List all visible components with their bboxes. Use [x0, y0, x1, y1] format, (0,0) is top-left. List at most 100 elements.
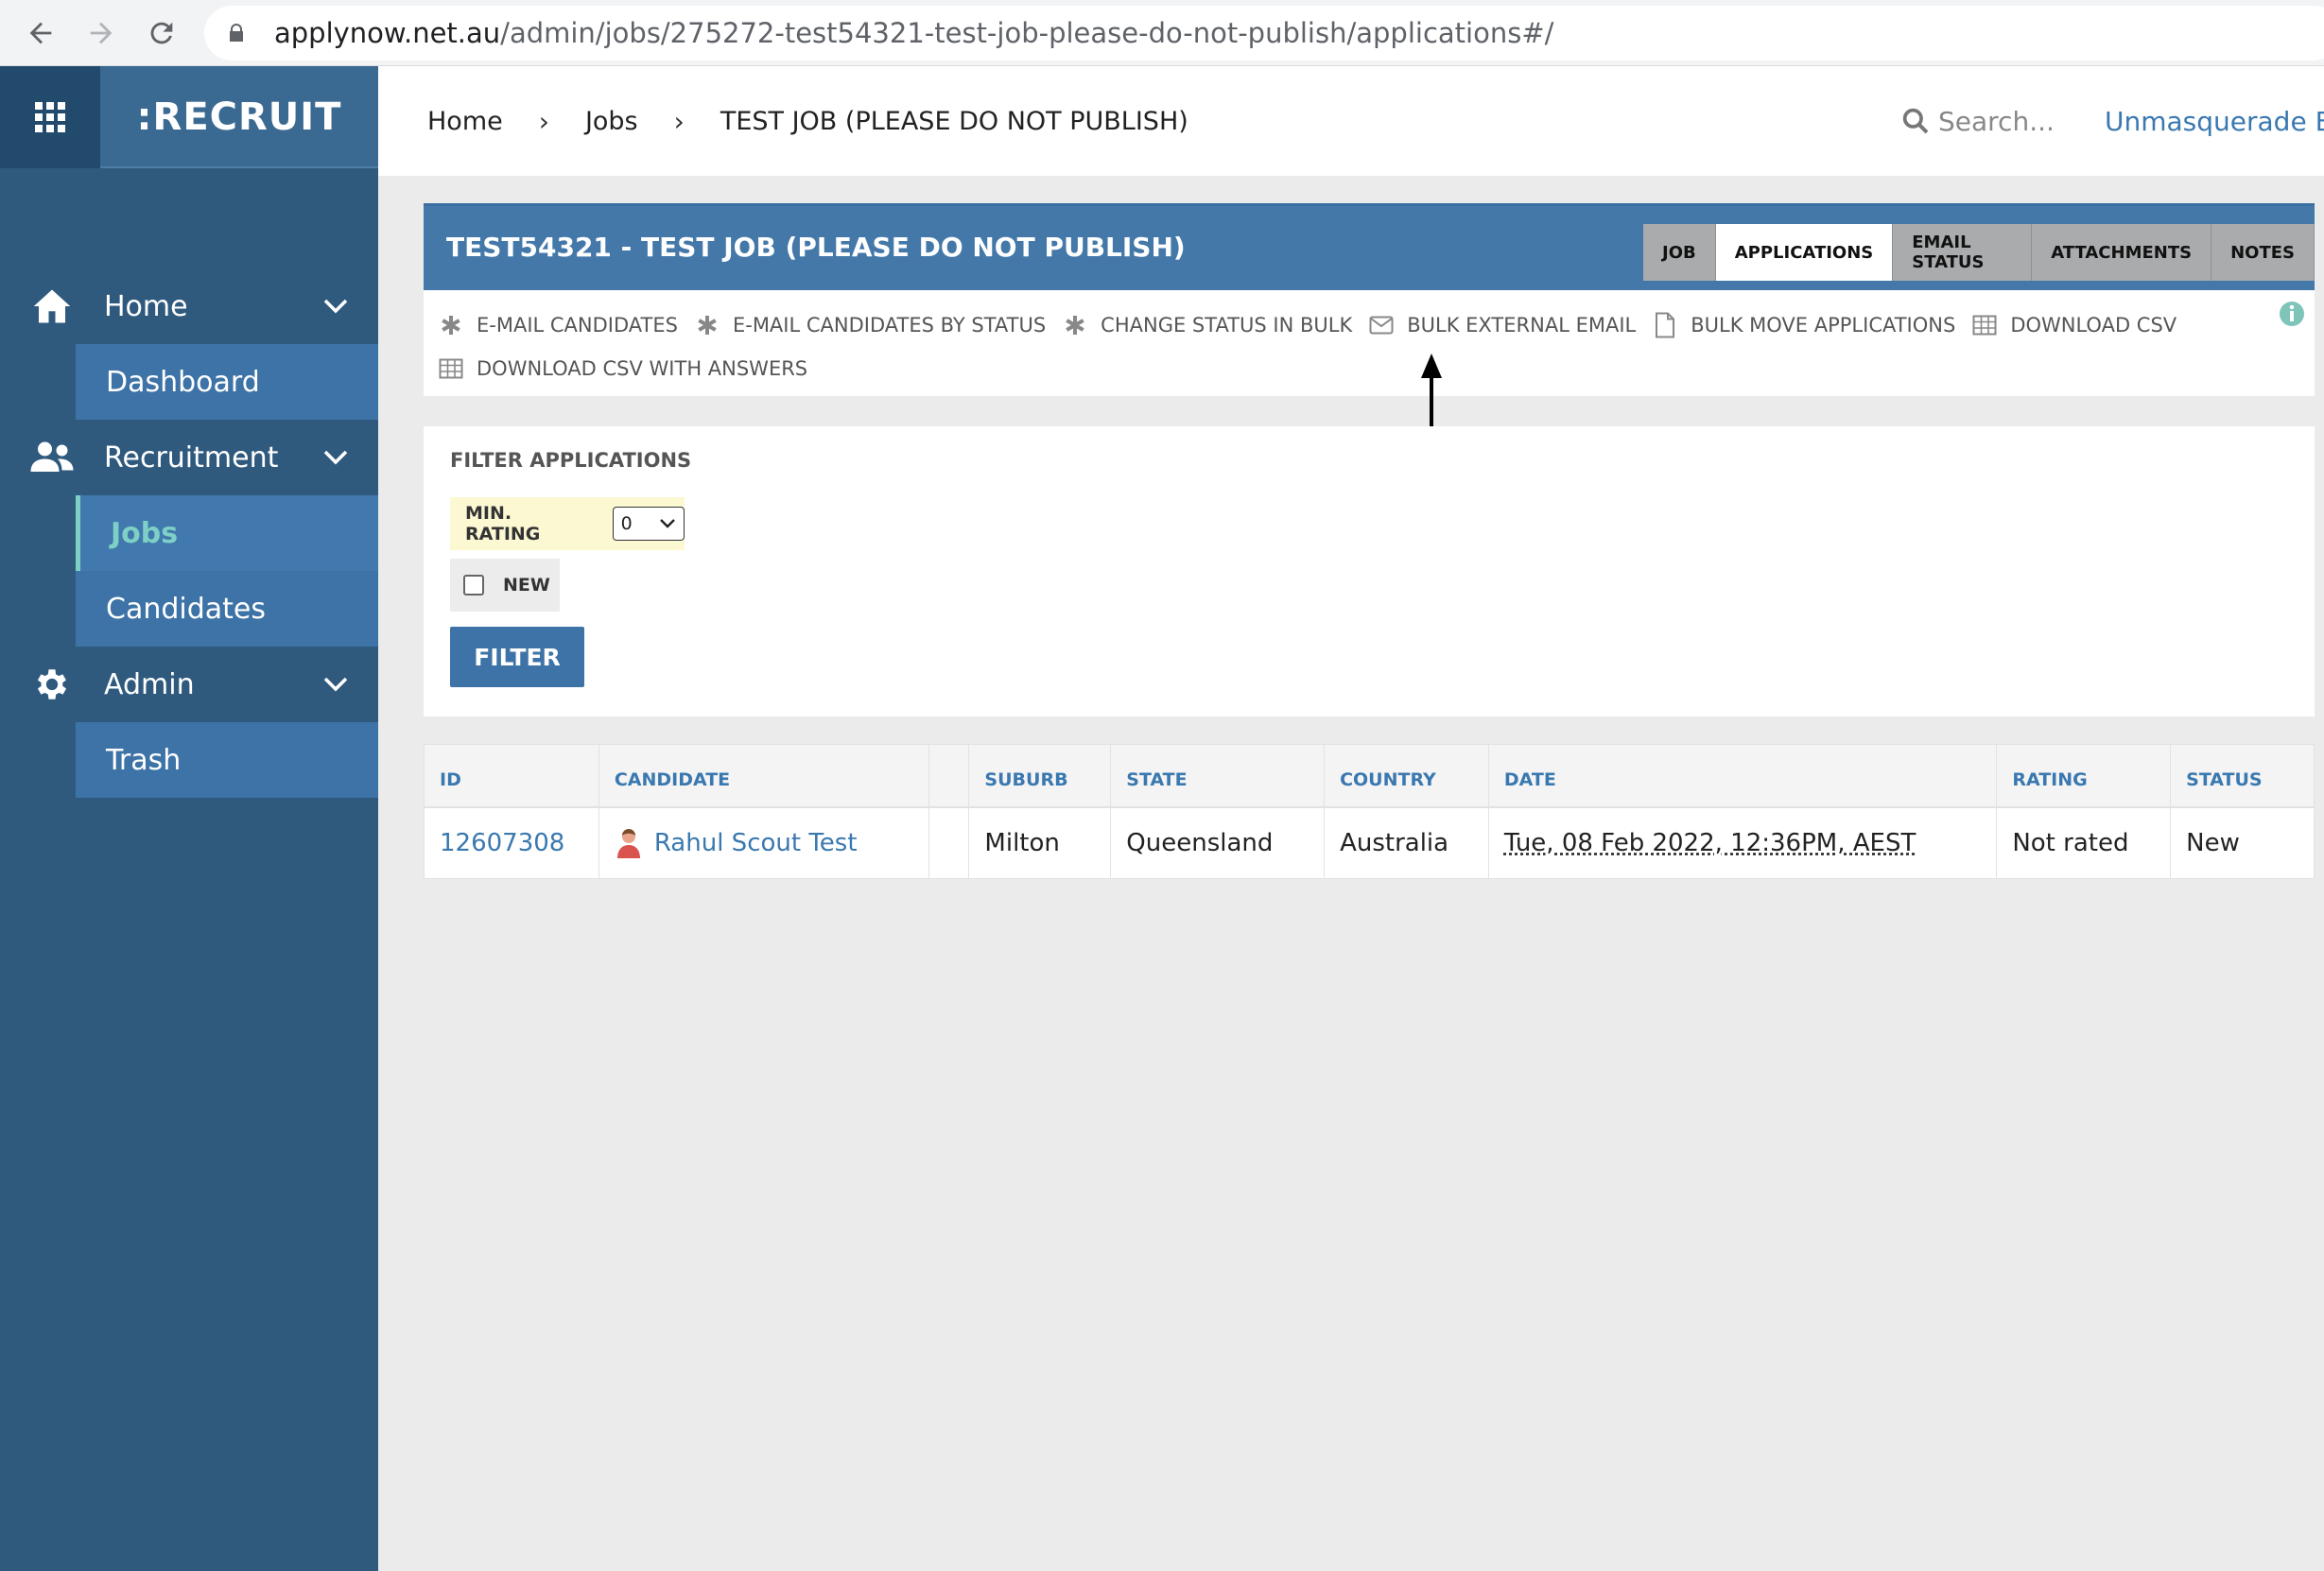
app-menu-button[interactable] — [0, 66, 100, 168]
forward-icon — [90, 22, 113, 44]
bulk-external-email-action[interactable]: BULK EXTERNAL EMAIL — [1369, 313, 1636, 337]
tab-email-status[interactable]: EMAIL STATUS — [1893, 224, 2033, 281]
filter-title: FILTER APPLICATIONS — [450, 449, 692, 472]
chevron-down-icon — [660, 519, 675, 528]
filter-panel: FILTER APPLICATIONS MIN. RATING 0 NEW FI… — [424, 426, 2315, 716]
chevron-down-icon — [293, 677, 378, 692]
breadcrumb: Home › Jobs › TEST JOB (PLEASE DO NOT PU… — [427, 66, 1188, 176]
min-rating-label: MIN. RATING — [465, 503, 541, 544]
candidate-avatar-icon — [616, 829, 640, 858]
job-card: TEST54321 - TEST JOB (PLEASE DO NOT PUBL… — [424, 203, 2315, 396]
file-icon — [1653, 312, 1677, 338]
blank-cell — [929, 808, 970, 878]
new-checkbox[interactable] — [463, 575, 484, 596]
tab-applications[interactable]: APPLICATIONS — [1715, 224, 1894, 281]
application-id-link[interactable]: 12607308 — [425, 808, 599, 878]
sidebar-item-jobs[interactable]: Jobs — [76, 495, 378, 571]
breadcrumb-jobs[interactable]: Jobs — [585, 107, 638, 136]
browser-toolbar: applynow.net.au/admin/jobs/275272-test54… — [0, 0, 2324, 66]
bulk-move-applications-action[interactable]: BULK MOVE APPLICATIONS — [1653, 312, 1955, 338]
address-bar[interactable]: applynow.net.au/admin/jobs/275272-test54… — [204, 6, 2324, 60]
filter-button[interactable]: FILTER — [450, 627, 584, 687]
info-icon[interactable] — [2279, 301, 2305, 327]
column-header-suburb[interactable]: SUBURB — [969, 745, 1112, 806]
url-text: applynow.net.au/admin/jobs/275272-test54… — [274, 17, 1554, 49]
tab-job[interactable]: JOB — [1643, 224, 1716, 281]
column-header-country[interactable]: COUNTRY — [1325, 745, 1489, 806]
forward-button[interactable] — [78, 9, 125, 57]
tab-attachments[interactable]: ATTACHMENTS — [2032, 224, 2212, 281]
back-icon — [29, 22, 52, 44]
table-icon — [1972, 313, 1997, 337]
status-cell: New — [2186, 829, 2240, 857]
search-box[interactable]: Search... — [1900, 66, 2055, 176]
nav-group-label: Home — [104, 289, 188, 323]
column-header-rating[interactable]: RATING — [1997, 745, 2172, 806]
date-cell: Tue, 08 Feb 2022, 12:36PM, AEST — [1489, 808, 1998, 878]
table-row[interactable]: 12607308 Rahul Scout Test Milton Queensl… — [425, 808, 2314, 878]
job-header-bar: TEST54321 - TEST JOB (PLEASE DO NOT PUBL… — [424, 203, 2315, 290]
new-label: NEW — [503, 575, 550, 596]
top-header: Home › Jobs › TEST JOB (PLEASE DO NOT PU… — [378, 66, 2324, 176]
job-title: TEST54321 - TEST JOB (PLEASE DO NOT PUBL… — [446, 231, 1186, 263]
suburb-cell: Milton — [969, 808, 1112, 878]
candidate-cell: Rahul Scout Test — [599, 808, 930, 878]
nav-group-label: Admin — [104, 667, 195, 701]
job-tabs: JOB APPLICATIONS EMAIL STATUS ATTACHMENT… — [1643, 224, 2315, 281]
column-header-state[interactable]: STATE — [1111, 745, 1326, 806]
table-icon — [439, 356, 463, 381]
applications-table: ID CANDIDATE SUBURB STATE COUNTRY DATE R… — [424, 744, 2315, 879]
min-rating-filter: MIN. RATING 0 — [450, 497, 685, 550]
column-header-date[interactable]: DATE — [1489, 745, 1998, 806]
chevron-down-icon — [293, 450, 378, 465]
table-header: ID CANDIDATE SUBURB STATE COUNTRY DATE R… — [425, 745, 2314, 808]
column-header-candidate[interactable]: CANDIDATE — [599, 745, 930, 806]
state-cell: Queensland — [1111, 808, 1326, 878]
nav-group-home[interactable]: Home — [0, 268, 378, 344]
brand-logo[interactable]: :RECRUIT — [100, 66, 378, 168]
search-placeholder: Search... — [1938, 105, 2055, 137]
download-csv-action[interactable]: DOWNLOAD CSV — [1972, 313, 2177, 337]
candidate-name-link[interactable]: Rahul Scout Test — [654, 829, 858, 857]
asterisk-icon — [1063, 313, 1087, 337]
tab-notes[interactable]: NOTES — [2211, 224, 2315, 281]
chevron-right-icon: › — [538, 105, 549, 137]
column-header-blank — [929, 745, 970, 806]
new-filter: NEW — [450, 559, 560, 612]
sidebar-header: :RECRUIT — [0, 66, 378, 168]
sidebar-item-trash[interactable]: Trash — [76, 722, 378, 798]
nav-group-label: Recruitment — [104, 440, 279, 475]
sidebar-item-candidates[interactable]: Candidates — [76, 571, 378, 647]
lock-icon — [225, 20, 251, 46]
home-icon — [0, 287, 104, 325]
bulk-actions: E-MAIL CANDIDATES E-MAIL CANDIDATES BY S… — [439, 303, 2177, 390]
breadcrumb-current: TEST JOB (PLEASE DO NOT PUBLISH) — [720, 106, 1188, 136]
email-candidates-by-status-action[interactable]: E-MAIL CANDIDATES BY STATUS — [695, 313, 1046, 337]
unmasquerade-link[interactable]: Unmasquerade Esse — [2105, 66, 2324, 176]
search-icon — [1902, 108, 1929, 134]
asterisk-icon — [439, 313, 463, 337]
envelope-icon — [1369, 313, 1394, 337]
reload-button[interactable] — [138, 9, 185, 57]
email-candidates-action[interactable]: E-MAIL CANDIDATES — [439, 313, 678, 337]
chevron-right-icon: › — [673, 105, 685, 137]
nav-group-admin[interactable]: Admin — [0, 647, 378, 722]
download-csv-with-answers-action[interactable]: DOWNLOAD CSV WITH ANSWERS — [439, 356, 807, 381]
reload-icon — [150, 22, 173, 44]
asterisk-icon — [695, 313, 720, 337]
gear-icon — [0, 665, 104, 704]
date-value: Tue, 08 Feb 2022, 12:36PM, AEST — [1503, 829, 1916, 857]
sidebar-item-dashboard[interactable]: Dashboard — [76, 344, 378, 420]
min-rating-select[interactable]: 0 — [612, 507, 685, 541]
breadcrumb-home[interactable]: Home — [427, 107, 503, 136]
grid-icon — [35, 102, 65, 132]
change-status-in-bulk-action[interactable]: CHANGE STATUS IN BULK — [1063, 313, 1352, 337]
column-header-status[interactable]: STATUS — [2171, 745, 2314, 806]
column-header-id[interactable]: ID — [425, 745, 599, 806]
nav-group-recruitment[interactable]: Recruitment — [0, 420, 378, 495]
min-rating-value: 0 — [620, 513, 633, 534]
users-icon — [0, 440, 104, 475]
back-button[interactable] — [17, 9, 64, 57]
chevron-down-icon — [293, 299, 378, 314]
rating-cell: Not rated — [1997, 808, 2172, 878]
